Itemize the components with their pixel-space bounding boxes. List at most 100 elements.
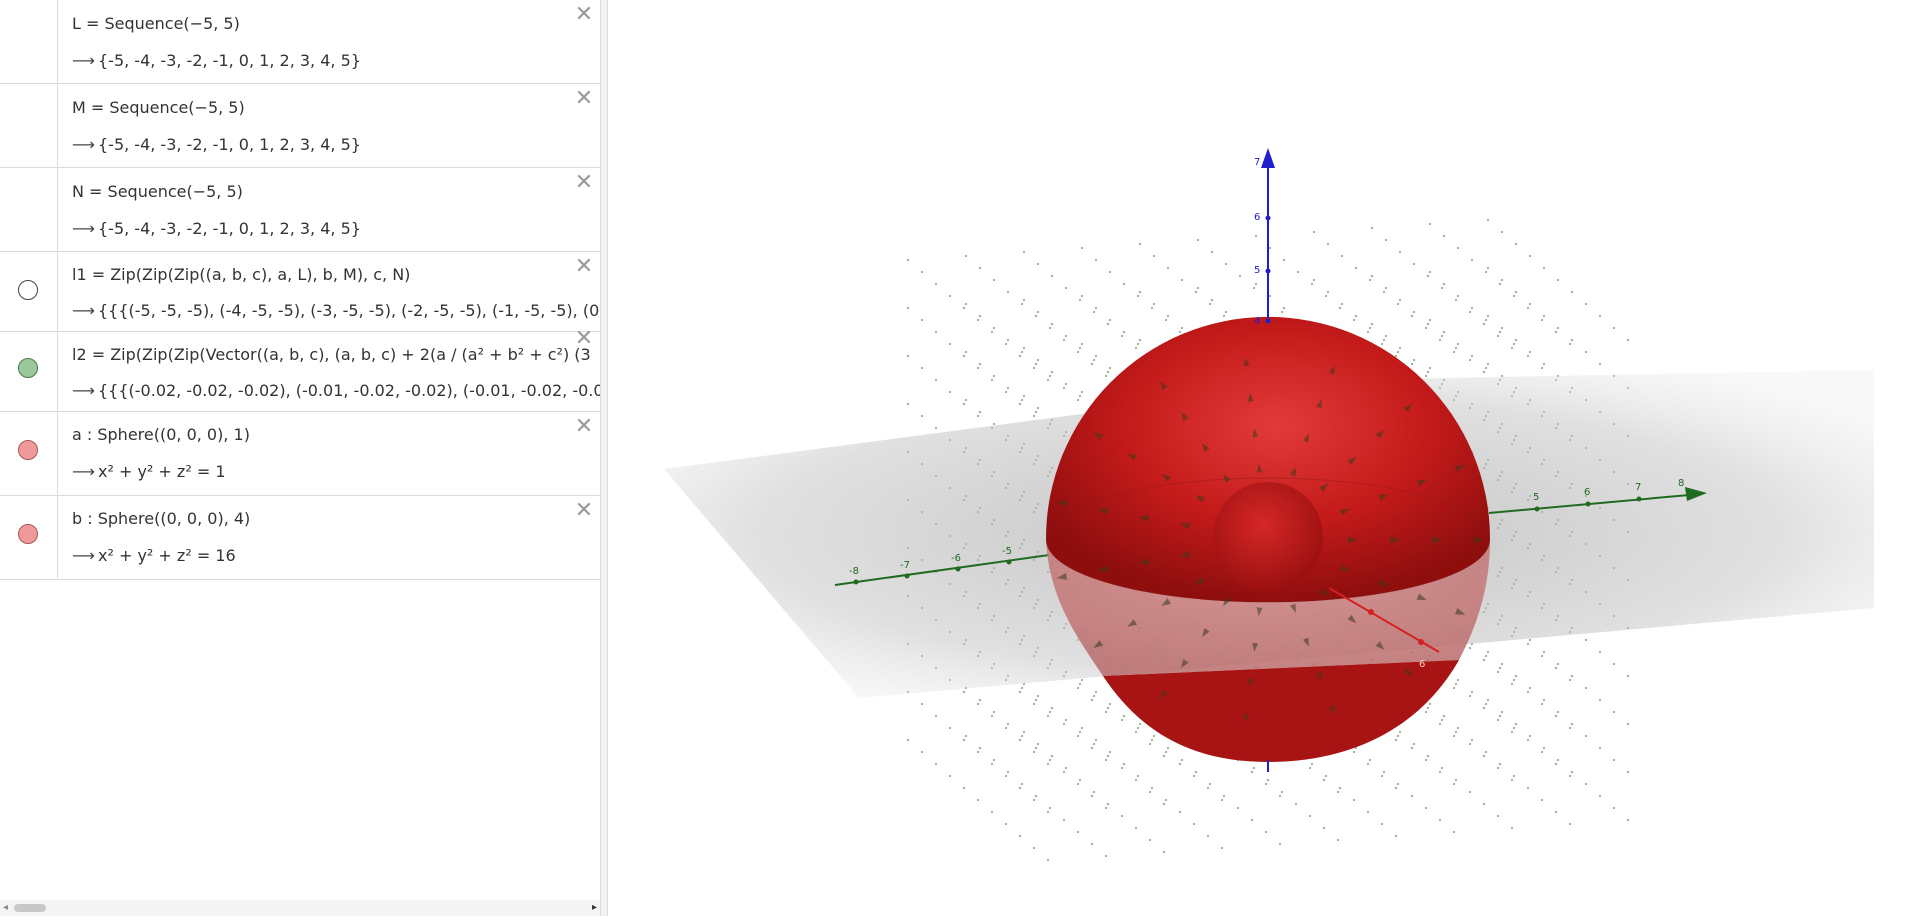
vector-field-dot — [962, 738, 966, 742]
algebra-row-l1[interactable]: l1 = Zip(Zip(Zip((a, b, c), a, L), b, M)… — [0, 252, 600, 332]
vector-field-dot — [1554, 810, 1558, 814]
vector-field-dot — [1486, 362, 1490, 366]
vector-field-dot — [1484, 318, 1488, 322]
vector-field-dot — [1122, 714, 1126, 718]
vector-field-dot — [1510, 730, 1514, 734]
vector-field-dot — [1162, 754, 1166, 758]
vector-field-dot — [1280, 790, 1284, 794]
algebra-row-b[interactable]: b : Sphere((0, 0, 0), 4) ⟶ x² + y² + z² =… — [0, 496, 600, 580]
vector-field-dot — [1032, 798, 1036, 802]
view-divider[interactable] — [600, 0, 608, 916]
definition-N[interactable]: N = Sequence(−5, 5) — [72, 182, 243, 201]
vector-field-dot — [1250, 818, 1254, 822]
vector-field-dot — [1428, 222, 1432, 226]
vector-field-dot — [1598, 698, 1602, 702]
vector-field-dot — [1340, 302, 1344, 306]
vector-field-dot — [1122, 762, 1126, 766]
vector-field-dot — [1612, 662, 1616, 666]
vector-field-dot — [1540, 318, 1544, 322]
algebra-row-a[interactable]: a : Sphere((0, 0, 0), 1) ⟶ x² + y² + z² =… — [0, 412, 600, 496]
vector-field-dot — [1626, 770, 1630, 774]
sphere-a[interactable] — [1213, 482, 1323, 592]
vector-field-dot — [990, 378, 994, 382]
scroll-left-icon[interactable]: ◂ — [3, 900, 8, 916]
horizontal-scrollbar[interactable]: ◂ ▸ — [0, 900, 600, 916]
output-L: ⟶ {-5, -4, -3, -2, -1, 0, 1, 2, 3, 4, 5} — [72, 51, 361, 70]
vector-field-dot — [1004, 822, 1008, 826]
delete-icon[interactable]: ✕ — [573, 500, 595, 522]
vector-field-dot — [1282, 258, 1286, 262]
definition-M[interactable]: M = Sequence(−5, 5) — [72, 98, 245, 117]
vector-field-dot — [1222, 314, 1226, 318]
vector-field-dot — [1194, 770, 1198, 774]
visibility-toggle-green[interactable] — [18, 358, 38, 378]
vector-field-dot — [976, 798, 980, 802]
delete-icon[interactable]: ✕ — [573, 256, 595, 278]
vector-field-dot — [1336, 790, 1340, 794]
algebra-row-L[interactable]: L = Sequence(−5, 5) ⟶ {-5, -4, -3, -2, -1… — [0, 0, 600, 84]
vector-field-dot — [1468, 646, 1472, 650]
vector-field-dot — [1486, 650, 1490, 654]
graphics-3d-view[interactable]: 7 6 5 4 5 6 7 8 -8 -7 -6 -5 6 — [609, 0, 1920, 916]
vector-field-dot — [1048, 806, 1052, 810]
vector-field-dot — [934, 762, 938, 766]
scroll-right-icon[interactable]: ▸ — [592, 900, 597, 916]
vector-field-dot — [1196, 238, 1200, 242]
vector-field-dot — [978, 746, 982, 750]
vector-field-dot — [1094, 738, 1098, 742]
output-arrow-icon: ⟶ — [72, 135, 95, 154]
x-tick-marker — [1534, 506, 1540, 512]
x-tick-label: -8 — [849, 566, 859, 577]
vector-field-dot — [1570, 338, 1574, 342]
definition-l1[interactable]: l1 = Zip(Zip(Zip((a, b, c), a, L), b, M)… — [72, 265, 410, 284]
vector-field-dot — [1626, 674, 1630, 678]
algebra-row-M[interactable]: M = Sequence(−5, 5) ⟶ {-5, -4, -3, -2, -1… — [0, 84, 600, 168]
vector-field-dot — [1310, 282, 1314, 286]
algebra-row-N[interactable]: N = Sequence(−5, 5) ⟶ {-5, -4, -3, -2, -1… — [0, 168, 600, 252]
vector-field-dot — [1108, 702, 1112, 706]
vector-field-dot — [1090, 698, 1094, 702]
definition-a[interactable]: a : Sphere((0, 0, 0), 1) — [72, 425, 250, 444]
delete-icon[interactable]: ✕ — [573, 328, 595, 350]
vector-field-dot — [1496, 334, 1500, 338]
output-value-l1: {{{(-5, -5, -5), (-4, -5, -5), (-3, -5, … — [98, 301, 600, 320]
vector-field-dot — [1138, 722, 1142, 726]
vector-field-dot — [1050, 706, 1054, 710]
vector-field-dot — [1570, 674, 1574, 678]
vector-field-dot — [1528, 638, 1532, 642]
vector-field-dot — [1022, 298, 1026, 302]
vector-field-dot — [1382, 338, 1386, 342]
vector-field-dot — [1138, 338, 1142, 342]
vector-field-dot — [1152, 734, 1156, 738]
vector-field-dot — [1062, 770, 1066, 774]
vector-field-dot — [1064, 718, 1068, 722]
vector-field-dot — [1062, 338, 1066, 342]
graphics-canvas[interactable]: 7 6 5 4 5 6 7 8 -8 -7 -6 -5 6 — [609, 0, 1920, 916]
definition-b[interactable]: b : Sphere((0, 0, 0), 4) — [72, 509, 250, 528]
visibility-toggle-red[interactable] — [18, 524, 38, 544]
vector-field-dot — [1482, 706, 1486, 710]
scrollbar-thumb[interactable] — [14, 904, 46, 912]
vector-field-dot — [1106, 754, 1110, 758]
definition-L[interactable]: L = Sequence(−5, 5) — [72, 14, 240, 33]
visibility-toggle-hidden[interactable] — [18, 280, 38, 300]
vector-field-dot — [992, 278, 996, 282]
vector-field-dot — [1526, 786, 1530, 790]
delete-icon[interactable]: ✕ — [573, 172, 595, 194]
vector-field-dot — [1528, 254, 1532, 258]
vector-field-dot — [962, 402, 966, 406]
vector-field-dot — [1210, 298, 1214, 302]
delete-icon[interactable]: ✕ — [573, 4, 595, 26]
delete-icon[interactable]: ✕ — [573, 88, 595, 110]
vector-field-dot — [1206, 786, 1210, 790]
delete-icon[interactable]: ✕ — [573, 416, 595, 438]
visibility-toggle-red[interactable] — [18, 440, 38, 460]
definition-l2[interactable]: l2 = Zip(Zip(Zip(Vector((a, b, c), (a, b… — [72, 345, 591, 364]
vector-field-dot — [1366, 330, 1370, 334]
x-tick-marker — [1636, 496, 1642, 502]
vector-field-dot — [1108, 270, 1112, 274]
vector-field-dot — [992, 422, 996, 426]
algebra-row-l2[interactable]: l2 = Zip(Zip(Zip(Vector((a, b, c), (a, b… — [0, 328, 600, 412]
vector-field-dot — [1438, 722, 1442, 726]
vector-field-dot — [1452, 350, 1456, 354]
